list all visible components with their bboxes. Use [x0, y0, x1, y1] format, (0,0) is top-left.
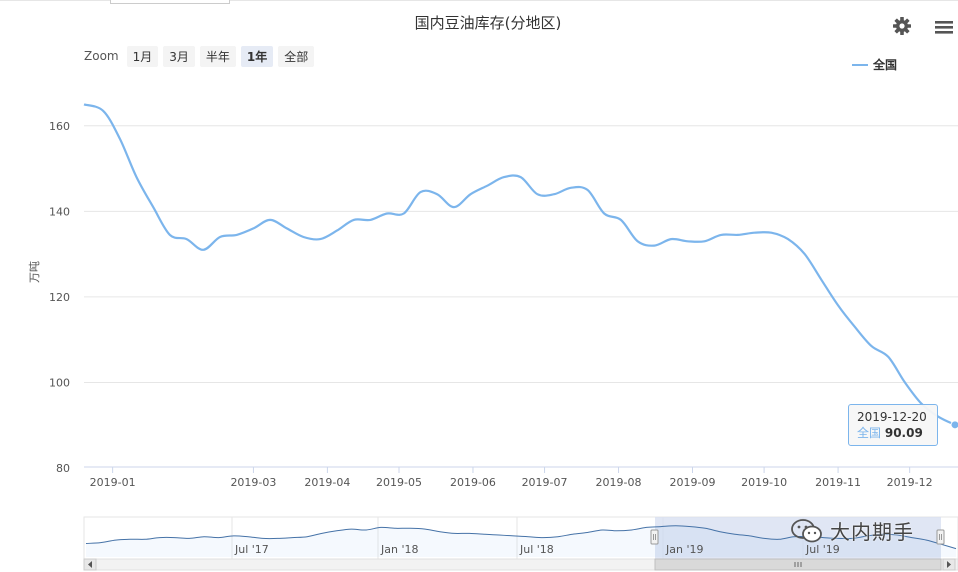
- tooltip-value: 90.09: [884, 426, 923, 440]
- x-tick-label: 2019-09: [670, 476, 716, 489]
- tooltip-date: 2019-12-20: [857, 410, 927, 424]
- scrollbar[interactable]: [83, 558, 958, 571]
- y-tick-label: 160: [49, 120, 70, 133]
- watermark-text: 大内期手: [830, 520, 914, 544]
- x-tick-label: 2019-04: [304, 476, 350, 489]
- x-tick-label: 2019-11: [815, 476, 861, 489]
- navigator-x-tick-label: Jul '17: [234, 543, 269, 556]
- x-tick-label: 2019-07: [522, 476, 568, 489]
- x-tick-label: 2019-05: [376, 476, 422, 489]
- x-axis-ticks: 2019-01 2019-03 2019-04 2019-05 2019-06 2019-…: [90, 467, 933, 489]
- wechat-icon: [790, 518, 824, 544]
- tooltip: 2019-12-20 全国 90.09: [848, 404, 938, 446]
- x-tick-label: 2019-03: [230, 476, 276, 489]
- hover-point-marker[interactable]: [950, 420, 958, 430]
- x-tick-label: 2019-01: [90, 476, 136, 489]
- x-tick-label: 2019-06: [450, 476, 496, 489]
- series-line-national[interactable]: [83, 103, 956, 426]
- x-tick-label: 2019-10: [741, 476, 787, 489]
- y-axis-label: 万吨: [28, 261, 41, 283]
- y-tick-label: 140: [49, 205, 70, 218]
- tooltip-series-name: 全国: [857, 426, 882, 440]
- x-tick-label: 2019-08: [596, 476, 642, 489]
- navigator-right-handle[interactable]: [936, 529, 945, 545]
- scroll-left-arrow-icon[interactable]: [83, 558, 97, 571]
- navigator-x-tick-label: Jan '18: [380, 543, 418, 556]
- chart-canvas: 16014012010080 万吨 2019-01 2019-03 2019-04 2…: [28, 103, 958, 571]
- y-tick-label: 80: [56, 462, 70, 475]
- navigator-x-tick-label: Jul '18: [519, 543, 554, 556]
- watermark: 大内期手: [790, 516, 914, 545]
- y-axis-ticks: 160 140 120 100 80: [49, 120, 70, 475]
- navigator-left-handle[interactable]: [650, 529, 659, 545]
- y-tick-label: 100: [49, 376, 70, 389]
- scroll-right-arrow-icon[interactable]: [942, 558, 956, 571]
- grid-lines: [84, 125, 958, 383]
- x-tick-label: 2019-12: [887, 476, 933, 489]
- navigator-x-tick-label: Jan '19: [665, 543, 703, 556]
- y-tick-label: 120: [49, 291, 70, 304]
